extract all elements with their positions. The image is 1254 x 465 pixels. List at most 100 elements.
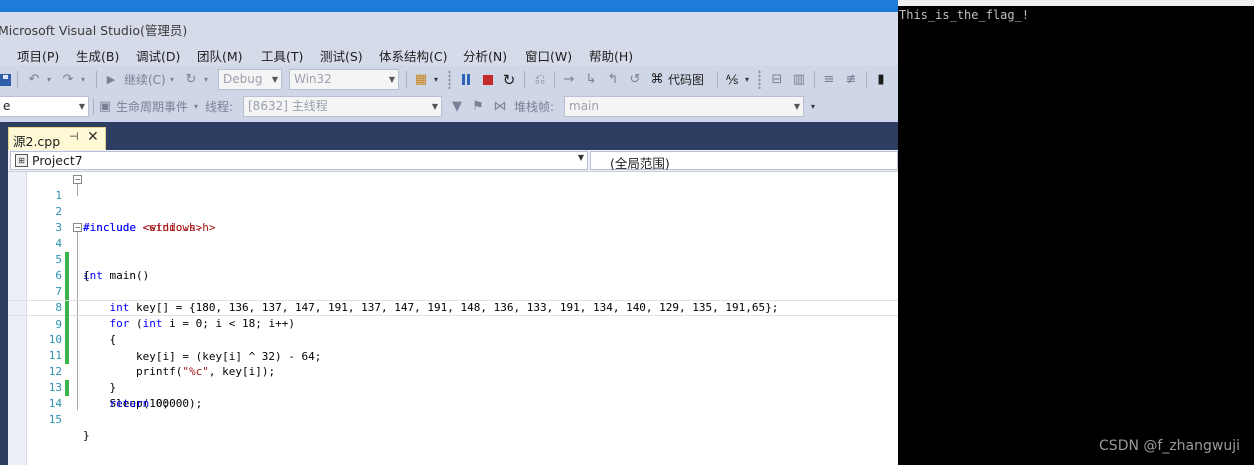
code-line: 3 bbox=[8, 204, 898, 234]
code-line: 11 } bbox=[8, 332, 898, 394]
flag-thread-icon[interactable]: ⚑ bbox=[470, 97, 486, 116]
show-next-statement-icon[interactable]: ⎌ bbox=[531, 70, 549, 89]
code-line: 12 Sleep(100000); bbox=[8, 348, 898, 410]
menu-project[interactable]: 项目(P) bbox=[17, 46, 59, 65]
step-into-icon[interactable]: → bbox=[560, 70, 578, 89]
solution-platform-value: Win32 bbox=[294, 72, 332, 86]
code-line: 1 − #include <stdio.h> bbox=[8, 172, 898, 234]
menu-test[interactable]: 测试(S) bbox=[320, 46, 363, 65]
collapse-icon[interactable]: − bbox=[73, 223, 82, 232]
code-line: 6 int key[] = {180, 136, 137, 147, 191, … bbox=[8, 252, 898, 314]
code-line: 8 { bbox=[8, 284, 898, 346]
continue-button[interactable]: 继续(C) bbox=[124, 71, 166, 88]
code-line: 10 printf("%c", key[i]); bbox=[8, 316, 898, 378]
scope-dropdown[interactable]: (全局范围) bbox=[590, 151, 898, 171]
columns-icon[interactable]: ▥ bbox=[790, 70, 808, 89]
solution-config-value: Debug bbox=[223, 72, 263, 86]
console-window[interactable]: This_is_the_flag_! CSDN @f_zhangwuji bbox=[898, 0, 1254, 465]
format-icon[interactable]: ⊟ bbox=[768, 70, 786, 89]
change-indicator bbox=[65, 332, 69, 348]
title-bar: Microsoft Visual Studio(管理员) bbox=[0, 12, 898, 42]
project-dropdown[interactable]: ⊞ Project7 ▼ bbox=[10, 151, 588, 170]
toolbar-overflow-icon[interactable]: ▾ bbox=[808, 98, 818, 115]
visual-studio-window: Microsoft Visual Studio(管理员) 项目(P) 生成(B)… bbox=[0, 0, 898, 465]
redo-dropdown-icon[interactable]: ▾ bbox=[79, 71, 87, 88]
window-title: Microsoft Visual Studio(管理员) bbox=[0, 23, 188, 38]
solution-config-select[interactable]: Debug ▼ bbox=[218, 69, 282, 90]
comment-icon[interactable]: ≡ bbox=[820, 70, 838, 89]
process-select-value: e bbox=[3, 99, 11, 113]
split-stacks-icon[interactable]: ⋈ bbox=[492, 97, 508, 116]
redo-icon[interactable]: ↷ bbox=[59, 70, 77, 89]
code-line: 2 #include <windows.h> bbox=[8, 188, 898, 234]
console-output: This_is_the_flag_! bbox=[899, 8, 1030, 22]
codemap-button[interactable]: 代码图 bbox=[668, 71, 704, 88]
undo-dropdown-icon[interactable]: ▾ bbox=[45, 71, 53, 88]
hex-dropdown-icon[interactable]: ▾ bbox=[743, 71, 751, 88]
lifecycle-dropdown-icon[interactable]: ▾ bbox=[192, 98, 200, 115]
thread-select-value: [8632] 主线程 bbox=[248, 99, 328, 113]
codemap-icon[interactable]: ⌘ bbox=[648, 70, 666, 89]
code-line: 15 } bbox=[8, 396, 898, 442]
side-tool-rail bbox=[0, 150, 8, 465]
document-tab-strip: 源2.cpp ⊣ ✕ bbox=[0, 122, 898, 150]
navigation-bar: ⊞ Project7 ▼ (全局范围) bbox=[8, 150, 898, 172]
process-select[interactable]: e ▼ bbox=[0, 96, 89, 117]
stackframe-label: 堆栈帧: bbox=[514, 100, 555, 114]
stackframe-select[interactable]: main ▼ bbox=[564, 96, 804, 117]
close-icon[interactable]: ✕ bbox=[87, 129, 99, 145]
code-editor[interactable]: 1 − #include <stdio.h> 2 #include <windo… bbox=[8, 172, 898, 465]
restart-icon[interactable]: ↻ bbox=[500, 70, 518, 89]
menu-debug[interactable]: 调试(D) bbox=[136, 46, 180, 65]
thread-label: 线程: bbox=[205, 100, 234, 114]
change-indicator bbox=[65, 316, 69, 332]
menu-analyze[interactable]: 分析(N) bbox=[463, 46, 507, 65]
pin-icon[interactable]: ⊣ bbox=[69, 130, 79, 143]
project-icon: ⊞ bbox=[15, 154, 28, 167]
menu-build[interactable]: 生成(B) bbox=[76, 46, 119, 65]
refresh-dropdown-icon[interactable]: ▾ bbox=[202, 71, 210, 88]
menu-bar: 项目(P) 生成(B) 调试(D) 团队(M) 工具(T) 测试(S) 体系结构… bbox=[0, 42, 898, 66]
watermark: CSDN @f_zhangwuji bbox=[1099, 438, 1240, 454]
step-out-icon[interactable]: ↰ bbox=[604, 70, 622, 89]
debug-location-toolbar: e ▼ ▣ 生命周期事件 ▾ 线程: [8632] 主线程 ▼ ▼ ⚑ ⋈ 堆栈帧:… bbox=[0, 93, 898, 120]
code-line-current: 9 key[i] = (key[i] ^ 32) - 64; bbox=[8, 300, 898, 363]
undo-icon[interactable]: ↶ bbox=[25, 70, 43, 89]
filter-icon[interactable]: ▼ bbox=[449, 97, 465, 116]
bookmark-icon[interactable]: ▮ bbox=[872, 70, 890, 89]
lifecycle-events-button[interactable]: 生命周期事件 bbox=[116, 98, 188, 115]
save-all-icon[interactable] bbox=[0, 71, 12, 88]
change-indicator bbox=[65, 268, 69, 284]
scope-name: (全局范围) bbox=[610, 156, 670, 171]
pause-icon[interactable] bbox=[457, 70, 475, 89]
code-line: 14 bbox=[8, 380, 898, 410]
collapse-icon[interactable]: − bbox=[73, 175, 82, 184]
lifecycle-icon[interactable]: ▣ bbox=[97, 97, 113, 116]
uncomment-icon[interactable]: ≢ bbox=[842, 70, 860, 89]
menu-window[interactable]: 窗口(W) bbox=[525, 46, 572, 65]
menu-help[interactable]: 帮助(H) bbox=[589, 46, 633, 65]
code-line: 4 − int main() bbox=[8, 220, 898, 282]
stop-icon[interactable] bbox=[479, 70, 497, 89]
stackframe-select-value: main bbox=[569, 99, 599, 113]
step-over-icon[interactable]: ↳ bbox=[582, 70, 600, 89]
step-back-icon[interactable]: ↺ bbox=[626, 70, 644, 89]
code-text: } bbox=[83, 429, 90, 442]
menu-team[interactable]: 团队(M) bbox=[197, 46, 243, 65]
continue-play-icon[interactable]: ▶ bbox=[104, 70, 118, 89]
refresh-icon[interactable]: ↻ bbox=[182, 70, 200, 89]
process-icon[interactable]: ▦ bbox=[412, 70, 430, 89]
chevron-down-icon: ▼ bbox=[577, 153, 584, 162]
menu-architecture[interactable]: 体系结构(C) bbox=[379, 46, 447, 65]
hex-display-icon[interactable]: ⅍ bbox=[723, 70, 741, 89]
solution-platform-select[interactable]: Win32 ▼ bbox=[289, 69, 399, 90]
change-indicator bbox=[65, 301, 69, 317]
process-dropdown-icon[interactable]: ▾ bbox=[432, 71, 440, 88]
tab-label: 源2.cpp bbox=[13, 134, 61, 149]
line-number: 15 bbox=[48, 413, 62, 426]
continue-dropdown-icon[interactable]: ▾ bbox=[168, 71, 176, 88]
window-top-border bbox=[0, 0, 898, 12]
menu-tools[interactable]: 工具(T) bbox=[261, 46, 303, 65]
thread-select[interactable]: [8632] 主线程 ▼ bbox=[243, 96, 442, 117]
tab-source2-cpp[interactable]: 源2.cpp ⊣ ✕ bbox=[8, 127, 106, 150]
